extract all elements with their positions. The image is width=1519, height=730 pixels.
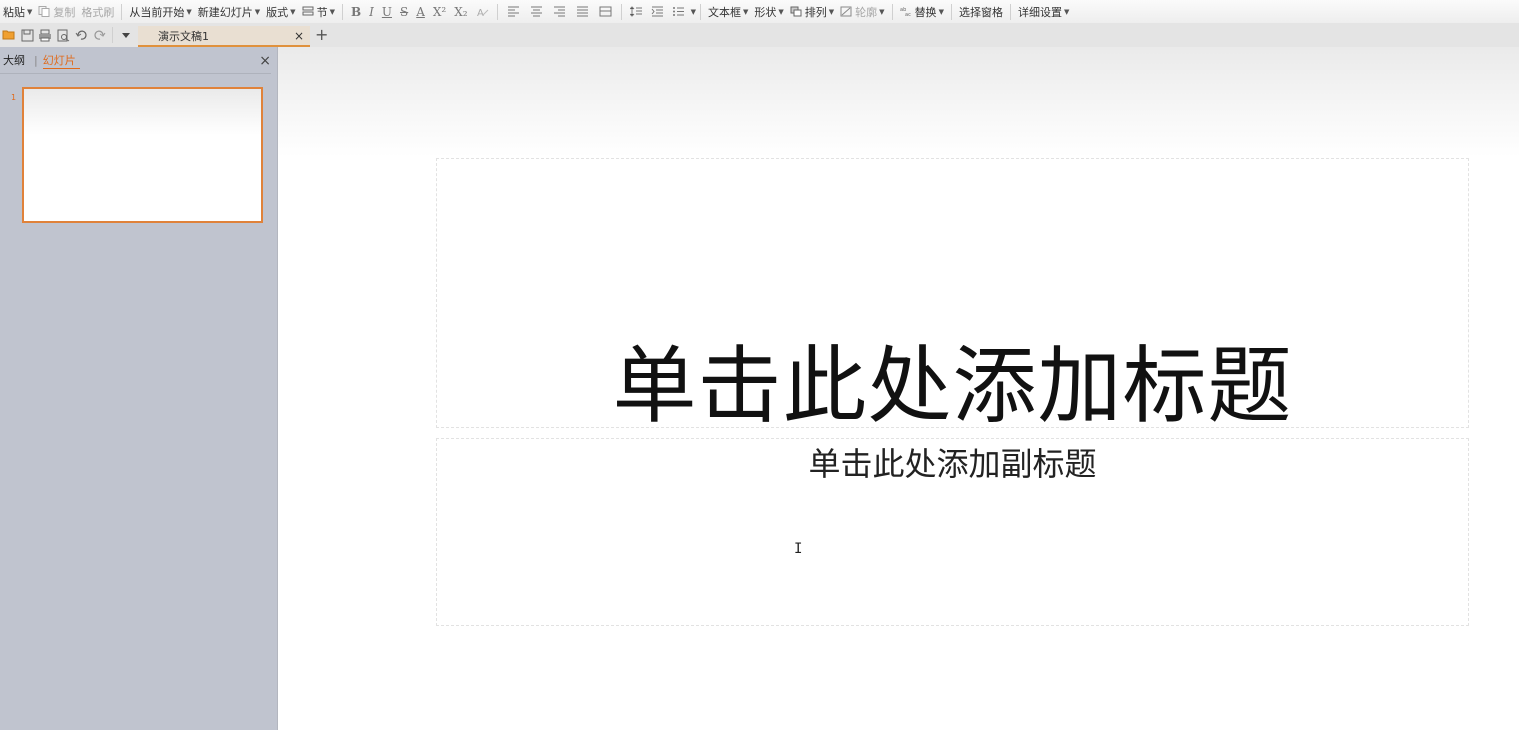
section-button[interactable]: 节 ▼ <box>299 2 338 22</box>
chevron-down-icon: ▼ <box>778 7 784 16</box>
italic-button[interactable]: I <box>365 5 378 19</box>
tab-slides[interactable]: 幻灯片 <box>42 52 80 69</box>
align-left-icon[interactable] <box>507 6 520 17</box>
chevron-down-icon: ▼ <box>254 7 261 16</box>
customize-dropdown-icon[interactable] <box>118 27 134 43</box>
paste-label: 粘贴 <box>3 5 25 19</box>
bold-button[interactable]: B <box>347 5 365 19</box>
divider <box>891 3 893 20</box>
document-tab-title: 演示文稿1 <box>158 29 209 43</box>
format-painter-label: 格式刷 <box>81 5 115 19</box>
layout-label: 版式 <box>266 5 289 19</box>
divider <box>496 3 498 20</box>
section-icon <box>302 6 314 16</box>
chevron-down-icon: ▼ <box>186 7 192 16</box>
divider <box>121 3 123 20</box>
underline-button[interactable]: U <box>378 5 396 19</box>
selection-pane-label: 选择窗格 <box>958 5 1003 19</box>
divider <box>700 3 701 20</box>
format-painter-button[interactable]: 格式刷 <box>78 2 117 22</box>
text-cursor-icon: I <box>794 541 803 557</box>
title-placeholder[interactable]: 单击此处添加标题 <box>436 158 1469 435</box>
pane-tabs: 大纲 | 幻灯片 <box>0 47 271 74</box>
chevron-down-icon: ▼ <box>690 7 696 16</box>
outline-button[interactable]: 轮廓 ▼ <box>837 2 887 22</box>
tab-bar: 演示文稿1 × + <box>0 23 1519 47</box>
copy-icon <box>38 6 50 17</box>
tab-outline[interactable]: 大纲 <box>3 52 29 68</box>
outline-icon <box>840 6 852 17</box>
tab-document[interactable]: 演示文稿1 × <box>138 26 310 47</box>
layout-button[interactable]: 版式 ▼ <box>263 2 298 22</box>
superscript-button[interactable]: X² <box>429 5 450 19</box>
svg-text:ac: ac <box>905 12 911 17</box>
title-placeholder-text: 单击此处添加标题 <box>612 337 1293 435</box>
detail-settings-label: 详细设置 <box>1017 5 1062 19</box>
tab-divider: | <box>34 53 38 67</box>
divider <box>112 27 113 43</box>
selection-pane-button[interactable]: 选择窗格 <box>956 2 1006 22</box>
redo-icon[interactable] <box>91 27 107 43</box>
align-center-icon[interactable] <box>530 6 543 17</box>
shape-label: 形状 <box>754 5 777 19</box>
slide-thumbnail[interactable] <box>22 87 263 223</box>
ribbon-toolbar: 粘贴 ▼ 复制 格式刷 从当前开始 ▼ 新建幻灯片 ▼ 版式 ▼ 节 ▼ B I U S … <box>0 0 1519 23</box>
chevron-down-icon: ▼ <box>290 7 296 16</box>
new-slide-button[interactable]: 新建幻灯片 ▼ <box>195 2 263 22</box>
replace-button[interactable]: ab ac 替换 ▼ <box>897 2 947 22</box>
slide-canvas[interactable]: 单击此处添加标题 单击此处添加副标题 I <box>278 47 1519 730</box>
divider <box>1009 3 1011 20</box>
save-icon[interactable] <box>19 27 35 43</box>
align-right-icon[interactable] <box>553 6 566 17</box>
strikethrough-button[interactable]: S <box>396 5 412 19</box>
divider <box>620 3 622 20</box>
copy-button[interactable]: 复制 <box>35 2 78 22</box>
outline-label: 轮廓 <box>855 5 878 19</box>
distribute-icon[interactable] <box>599 6 612 17</box>
undo-icon[interactable] <box>73 27 89 43</box>
open-folder-icon[interactable] <box>1 27 17 43</box>
divider <box>950 3 952 20</box>
svg-text:A: A <box>477 8 484 17</box>
justify-icon[interactable] <box>576 6 589 17</box>
close-icon[interactable]: × <box>259 53 271 69</box>
chevron-down-icon: ▼ <box>938 7 944 16</box>
section-label: 节 <box>316 5 328 19</box>
chevron-down-icon: ▼ <box>329 7 335 16</box>
from-current-label: 从当前开始 <box>129 5 185 19</box>
subscript-button[interactable]: X₂ <box>450 5 471 19</box>
chevron-down-icon: ▼ <box>828 7 835 16</box>
line-spacing-icon[interactable] <box>629 6 643 17</box>
chevron-down-icon: ▼ <box>27 7 33 16</box>
detail-settings-button[interactable]: 详细设置 ▼ <box>1015 2 1072 22</box>
close-icon[interactable]: × <box>294 29 304 43</box>
chevron-down-icon: ▼ <box>879 7 885 16</box>
clear-format-icon[interactable]: A <box>476 6 489 17</box>
print-icon[interactable] <box>37 27 53 43</box>
replace-label: 替换 <box>914 5 937 19</box>
arrange-label: 排列 <box>804 5 827 19</box>
from-current-button[interactable]: 从当前开始 ▼ <box>126 2 194 22</box>
new-slide-label: 新建幻灯片 <box>197 5 253 19</box>
font-color-button[interactable]: A <box>412 5 429 19</box>
chevron-down-icon: ▼ <box>743 7 749 16</box>
slide-number: 1 <box>11 93 17 102</box>
paste-button[interactable]: 粘贴 ▼ <box>0 2 35 22</box>
textbox-button[interactable]: 文本框 ▼ <box>705 2 751 22</box>
textbox-label: 文本框 <box>708 5 741 19</box>
shape-button[interactable]: 形状 ▼ <box>751 2 786 22</box>
indent-icon[interactable] <box>651 6 664 17</box>
subtitle-placeholder-text: 单击此处添加副标题 <box>808 445 1097 483</box>
replace-icon: abac <box>900 7 911 17</box>
divider <box>341 3 343 20</box>
copy-label: 复制 <box>53 5 76 19</box>
arrange-icon <box>790 6 802 17</box>
slides-pane: 大纲 | 幻灯片 × 1 <box>0 47 278 730</box>
print-preview-icon[interactable] <box>55 27 71 43</box>
bullets-icon[interactable] <box>672 6 685 17</box>
new-tab-button[interactable]: + <box>315 25 328 44</box>
chevron-down-icon: ▼ <box>1063 7 1070 16</box>
subtitle-placeholder[interactable]: 单击此处添加副标题 <box>436 438 1469 626</box>
arrange-button[interactable]: 排列 ▼ <box>787 2 837 22</box>
